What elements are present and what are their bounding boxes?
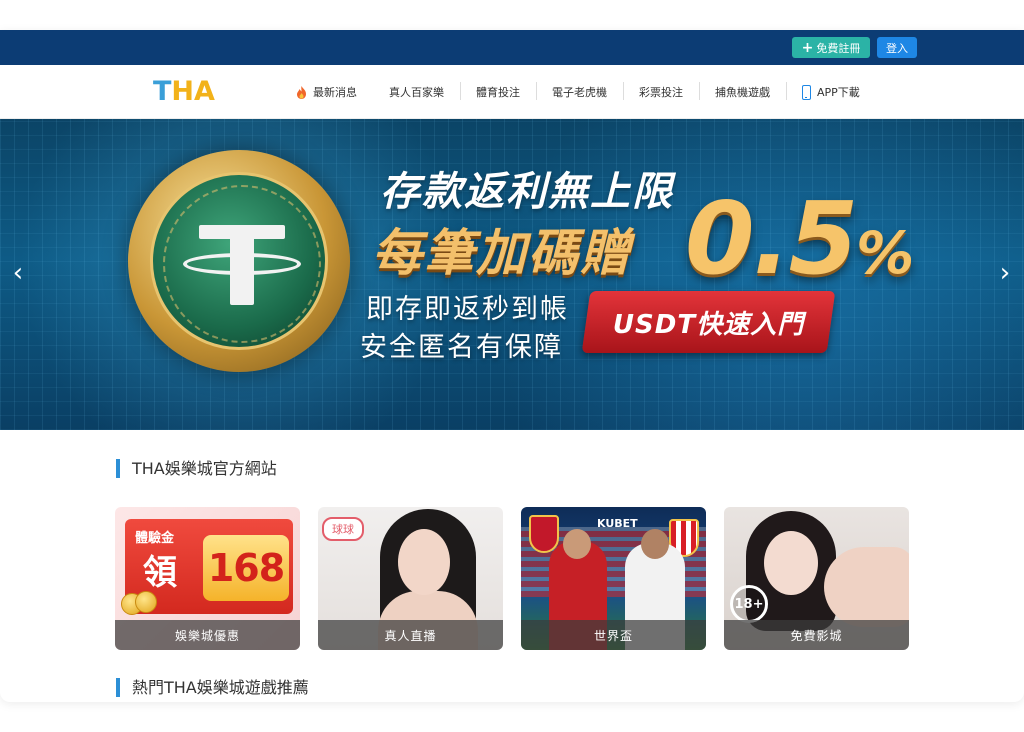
nav-item-baccarat[interactable]: 真人百家樂 <box>373 84 460 100</box>
nav-label-sports: 體育投注 <box>476 86 520 99</box>
nav-item-sports[interactable]: 體育投注 <box>460 82 536 100</box>
live-badge: 球球 <box>322 517 364 541</box>
model-arm <box>824 547 909 627</box>
register-button[interactable]: + 免費註冊 <box>792 37 870 58</box>
percent-value: 0.5 <box>685 180 858 297</box>
nav-menu: 最新消息 真人百家樂 體育投注 電子老虎機 彩票投注 捕魚機遊戲 APP下載 <box>296 65 876 119</box>
model-face <box>398 529 450 595</box>
fire-icon <box>297 85 306 99</box>
login-button[interactable]: 登入 <box>877 37 917 58</box>
phone-icon <box>802 84 811 100</box>
coin-face <box>150 172 328 350</box>
top-bar: + 免費註冊 登入 <box>0 30 1024 65</box>
nav-label-lottery: 彩票投注 <box>639 86 683 99</box>
carousel-next-icon[interactable]: › <box>993 255 1017 291</box>
section-title-official: THA娛樂城官方網站 <box>116 459 277 478</box>
promo-banner[interactable]: 存款返利無上限 每筆加碼贈 0.5% 即存即返秒到帳 安全匿名有保障 USDT快… <box>0 119 1024 430</box>
feature-cards: 體驗金 領 168 娛樂城優惠 球球 真人直播 KUBET 世界盃 18+ 免費… <box>115 507 909 650</box>
promo-number: 168 <box>203 535 289 601</box>
coin-small <box>135 591 157 613</box>
carousel-prev-icon[interactable]: ‹ <box>6 255 30 291</box>
main-nav-bar: THA 最新消息 真人百家樂 體育投注 電子老虎機 彩票投注 捕魚機遊戲 APP… <box>0 65 1024 119</box>
sponsor-logo: KUBET <box>597 517 638 530</box>
card-caption: 娛樂城優惠 <box>115 620 300 650</box>
plus-icon: + <box>801 39 814 56</box>
cta-label: USDT快速入門 <box>612 309 805 340</box>
percent-sign: % <box>856 219 914 287</box>
card-world-cup[interactable]: KUBET 世界盃 <box>521 507 706 650</box>
model-face <box>764 531 818 595</box>
nav-label-app: APP下載 <box>817 86 860 99</box>
register-label: 免費註冊 <box>816 41 861 55</box>
promo-tag: 體驗金 <box>135 531 175 546</box>
browser-page: + 免費註冊 登入 THA 最新消息 真人百家樂 體育投注 電子老虎機 彩票投注… <box>0 30 1024 702</box>
logo-ha: HA <box>171 76 215 107</box>
nav-label-news: 最新消息 <box>313 86 357 99</box>
card-promotions[interactable]: 體驗金 領 168 娛樂城優惠 <box>115 507 300 650</box>
nav-item-fishing[interactable]: 捕魚機遊戲 <box>699 82 786 100</box>
nav-item-lottery[interactable]: 彩票投注 <box>623 82 699 100</box>
nav-label-baccarat: 真人百家樂 <box>389 86 444 99</box>
card-caption: 免費影城 <box>724 620 909 650</box>
player-head <box>563 529 591 559</box>
card-caption: 真人直播 <box>318 620 503 650</box>
gold-coins-icon <box>121 591 161 615</box>
tether-coin-icon <box>128 150 350 372</box>
banner-tagline-1: 即存即返秒到帳 <box>366 294 569 325</box>
banner-tagline-2: 安全匿名有保障 <box>360 332 563 363</box>
logo-t: T <box>153 76 172 107</box>
nav-item-app-download[interactable]: APP下載 <box>786 82 876 100</box>
banner-subheadline: 每筆加碼贈 <box>372 224 632 282</box>
site-logo[interactable]: THA <box>153 77 215 107</box>
nav-item-news[interactable]: 最新消息 <box>296 84 373 100</box>
card-caption: 世界盃 <box>521 620 706 650</box>
nav-label-slots: 電子老虎機 <box>552 86 607 99</box>
banner-headline: 存款返利無上限 <box>380 169 674 215</box>
card-free-cinema[interactable]: 18+ 免費影城 <box>724 507 909 650</box>
nav-item-slots[interactable]: 電子老虎機 <box>536 82 623 100</box>
adult-rating-icon: 18+ <box>730 585 768 623</box>
nav-label-fishing: 捕魚機遊戲 <box>715 86 770 99</box>
club-crest-icon <box>529 515 559 553</box>
coin-t-stem <box>230 225 254 305</box>
promo-big-char: 領 <box>143 553 177 593</box>
usdt-guide-button[interactable]: USDT快速入門 <box>581 291 836 353</box>
card-live-dealer[interactable]: 球球 真人直播 <box>318 507 503 650</box>
player-head <box>641 529 669 559</box>
section-title-popular-games: 熱門THA娛樂城遊戲推薦 <box>116 678 309 697</box>
